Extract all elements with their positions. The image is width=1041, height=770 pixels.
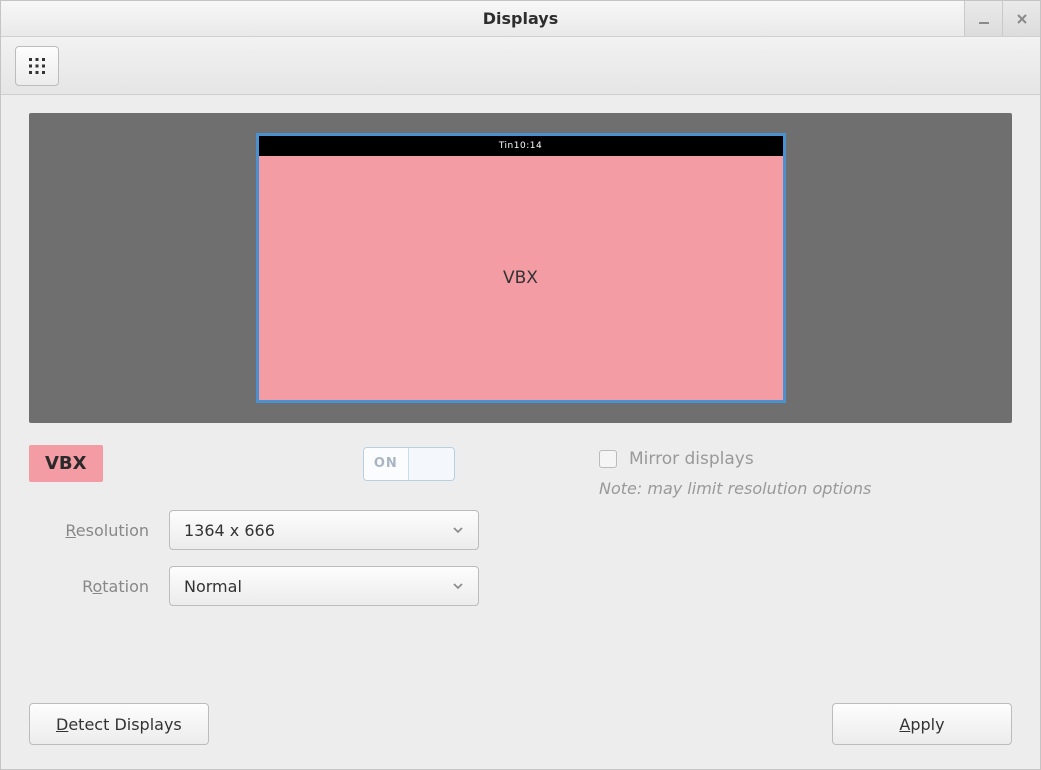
rotation-select[interactable]: Normal <box>169 566 479 606</box>
close-button[interactable] <box>1002 1 1040 36</box>
toggle-on-label: ON <box>364 448 410 480</box>
display-preview-area: Tin10:14 VBX <box>29 113 1012 423</box>
footer: Detect Displays Apply <box>29 703 1012 745</box>
minimize-button[interactable] <box>964 1 1002 36</box>
toolbar <box>1 37 1040 95</box>
monitor-label: VBX <box>259 156 783 400</box>
controls-row: VBX ON Resolution 1364 x 666 <box>29 445 1012 622</box>
mirror-displays-checkbox[interactable] <box>599 450 617 468</box>
titlebar: Displays <box>1 1 1040 37</box>
display-badge: VBX <box>29 445 103 482</box>
resolution-row: Resolution 1364 x 666 <box>29 510 529 550</box>
detect-displays-button[interactable]: Detect Displays <box>29 703 209 745</box>
resolution-value: 1364 x 666 <box>184 521 275 540</box>
window-controls <box>964 1 1040 36</box>
badge-row: VBX ON <box>29 445 529 482</box>
chevron-down-icon <box>452 521 464 540</box>
close-icon <box>1015 12 1029 26</box>
window-title: Displays <box>483 9 558 28</box>
monitor-preview[interactable]: Tin10:14 VBX <box>256 133 786 403</box>
right-column: Mirror displays Note: may limit resoluti… <box>559 445 1012 498</box>
display-on-toggle[interactable]: ON <box>363 447 455 481</box>
mirror-displays-row: Mirror displays <box>599 449 1012 469</box>
chevron-down-icon <box>452 577 464 596</box>
resolution-select[interactable]: 1364 x 666 <box>169 510 479 550</box>
monitor-topbar: Tin10:14 <box>259 136 783 156</box>
left-column: VBX ON Resolution 1364 x 666 <box>29 445 529 622</box>
mirror-note: Note: may limit resolution options <box>599 479 1012 498</box>
all-settings-button[interactable] <box>15 46 59 86</box>
rotation-label: Rotation <box>29 577 169 596</box>
grid-icon <box>28 57 46 75</box>
rotation-row: Rotation Normal <box>29 566 529 606</box>
displays-window: Displays Tin10:14 VBX <box>0 0 1041 770</box>
toggle-handle <box>409 448 454 480</box>
rotation-value: Normal <box>184 577 242 596</box>
minimize-icon <box>977 12 991 26</box>
resolution-label: Resolution <box>29 521 169 540</box>
apply-button[interactable]: Apply <box>832 703 1012 745</box>
content-area: Tin10:14 VBX VBX ON Resolution <box>1 95 1040 769</box>
mirror-displays-label: Mirror displays <box>629 449 754 469</box>
